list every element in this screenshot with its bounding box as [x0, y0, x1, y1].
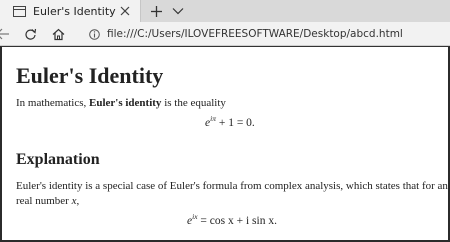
tab-eulers-identity[interactable]: Euler's Identity [0, 0, 141, 22]
equation1-exponent: iπ [210, 114, 216, 123]
close-icon[interactable] [119, 5, 131, 17]
back-arrow-icon[interactable] [0, 27, 10, 41]
section-heading-explanation: Explanation [16, 151, 100, 168]
page-title: Euler's Identity [16, 63, 164, 88]
new-tab-button[interactable] [149, 4, 163, 18]
explanation-line-2: real number x, [16, 195, 79, 207]
browser-window: Euler's Identity file:///C:/Users/ILOVEF… [0, 0, 450, 242]
address-input[interactable] [107, 27, 437, 41]
page-viewport: Euler's Identity In mathematics, Euler's… [0, 46, 450, 242]
intro-text-after: is the equality [161, 97, 226, 109]
explanation-line-2-text: real number [16, 195, 72, 207]
equation2-exponent: ix [192, 212, 198, 221]
equation-eulers-identity: eiπ + 1 = 0. [205, 114, 255, 129]
chevron-down-icon[interactable] [172, 5, 184, 17]
intro-paragraph: In mathematics, Euler's identity is the … [16, 97, 226, 109]
explanation-line-2-end: , [76, 195, 80, 207]
explanation-line-1: Euler's identity is a special case of Eu… [16, 180, 450, 192]
intro-bold-term: Euler's identity [89, 97, 162, 109]
tab-title: Euler's Identity [33, 4, 116, 18]
intro-text-before: In mathematics, [16, 97, 90, 109]
equation1-rest: + 1 = 0. [215, 117, 255, 129]
equation-eulers-formula: eix = cos x + i sin x. [187, 212, 277, 227]
refresh-icon[interactable] [23, 27, 37, 41]
address-toolbar [0, 22, 450, 46]
info-icon[interactable] [88, 28, 100, 40]
equation2-rest: = cos x + i sin x. [197, 215, 277, 227]
tab-strip: Euler's Identity [0, 0, 450, 22]
home-icon[interactable] [51, 27, 65, 41]
page-icon [13, 5, 26, 17]
